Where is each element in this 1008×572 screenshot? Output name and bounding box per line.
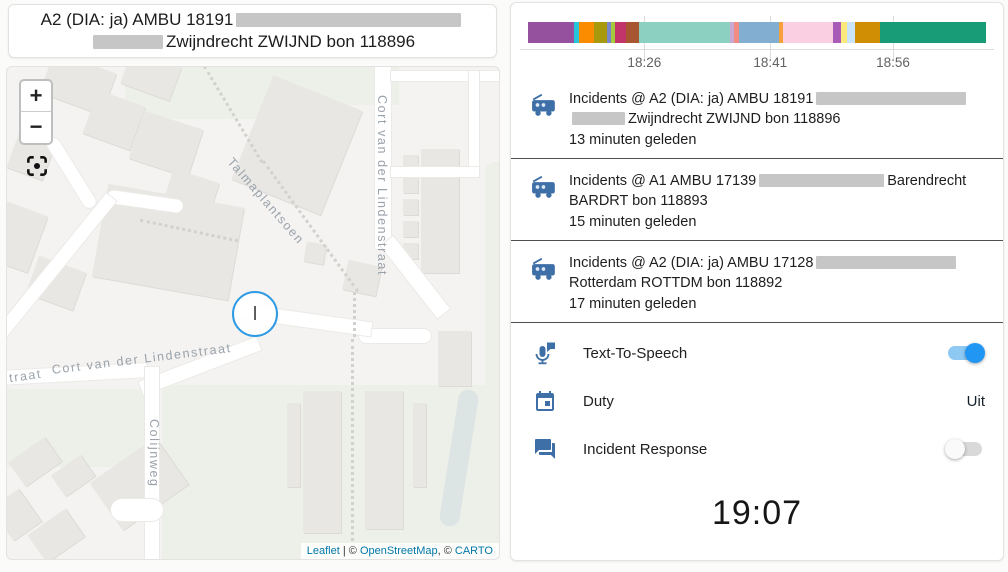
redacted-text	[236, 13, 461, 27]
redacted-text	[816, 256, 956, 269]
title-text-1: A2 (DIA: ja) AMBU 18191	[41, 10, 234, 29]
incident-item-1[interactable]: Incidents @ A2 (DIA: ja) AMBU 18191Zwijn…	[511, 77, 1003, 158]
incident-response-label: Incident Response	[583, 441, 948, 458]
ambulance-icon	[529, 92, 559, 150]
duty-value: Uit	[967, 393, 985, 410]
timeline-segment-7[interactable]	[626, 22, 639, 43]
duty-label: Duty	[583, 393, 967, 410]
map-building	[403, 199, 418, 215]
map-building	[303, 391, 341, 533]
title-line-1: A2 (DIA: ja) AMBU 18191	[41, 9, 465, 31]
incident-time: 13 minuten geleden	[569, 130, 983, 150]
redacted-text	[816, 92, 966, 105]
incident-time: 17 minuten geleden	[569, 294, 983, 314]
map-building	[287, 403, 300, 487]
leaflet-link[interactable]: Leaflet	[307, 545, 340, 557]
timeline-bar[interactable]	[528, 22, 986, 43]
incident-response-toggle-thumb	[945, 439, 965, 459]
incident-item-2[interactable]: Incidents @ A1 AMBU 17139Barendrecht BAR…	[511, 159, 1003, 240]
timeline-axis	[520, 49, 994, 50]
map-zoom-control: + −	[19, 79, 53, 145]
incident-title: Incidents @ A2 (DIA: ja) AMBU 18191Zwijn…	[569, 89, 983, 129]
map-road	[391, 167, 479, 177]
timeline-tick-label: 18:41	[753, 55, 787, 70]
tts-toggle-thumb	[965, 343, 985, 363]
timeline-segment-14[interactable]	[833, 22, 841, 43]
incident-title: Incidents @ A1 AMBU 17139Barendrecht BAR…	[569, 171, 983, 211]
timeline-tick-label: 18:56	[876, 55, 910, 70]
clock: 19:07	[511, 473, 1003, 560]
ambulance-icon	[529, 256, 559, 314]
redacted-text	[759, 174, 884, 187]
street-label-lindenstraat-vertical: Cort van der Lindenstraat	[375, 95, 389, 276]
map-road	[469, 71, 479, 175]
tts-toggle[interactable]	[948, 346, 982, 360]
timeline-segment-17[interactable]	[855, 22, 880, 43]
timeline-segment-6[interactable]	[615, 22, 625, 43]
calendar-icon	[533, 389, 557, 413]
title-line-2: Zwijndrecht ZWIJND bon 118896	[90, 31, 415, 53]
timeline-segment-0[interactable]	[528, 22, 574, 43]
map-road	[45, 136, 98, 211]
incident-time: 15 minuten geleden	[569, 212, 983, 232]
redacted-text	[93, 35, 163, 49]
timeline-tick-label: 18:26	[627, 55, 661, 70]
incident-response-toggle[interactable]	[948, 442, 982, 456]
timeline: 18:26 18:41 18:56	[511, 3, 1003, 77]
forum-icon	[533, 437, 557, 461]
incident-title-card: A2 (DIA: ja) AMBU 18191 Zwijndrecht ZWIJ…	[8, 4, 497, 58]
setting-row-duty[interactable]: Duty Uit	[511, 377, 1003, 425]
map-road	[111, 499, 163, 521]
timeline-segment-13[interactable]	[783, 22, 833, 43]
incident-title: Incidents @ A2 (DIA: ja) AMBU 17128Rotte…	[569, 253, 983, 293]
title-text-2: Zwijndrecht ZWIJND bon 118896	[166, 32, 415, 51]
text-to-speech-icon	[533, 341, 557, 365]
locate-button[interactable]	[24, 153, 50, 179]
timeline-segment-8[interactable]	[639, 22, 730, 43]
zoom-in-button[interactable]: +	[21, 81, 51, 112]
map-building	[403, 177, 418, 193]
redacted-text	[572, 112, 625, 125]
timeline-labels: 18:26 18:41 18:56	[528, 55, 986, 77]
tts-label: Text-To-Speech	[583, 345, 948, 362]
map-building	[365, 391, 403, 529]
map-building	[438, 331, 471, 386]
timeline-segment-3[interactable]	[594, 22, 607, 43]
timeline-segment-18[interactable]	[880, 22, 986, 43]
osm-link[interactable]: OpenStreetMap	[360, 545, 438, 557]
setting-row-tts: Text-To-Speech	[511, 329, 1003, 377]
map-marker-label: I	[252, 303, 258, 326]
timeline-segment-16[interactable]	[847, 22, 855, 43]
map-footpath	[353, 292, 356, 337]
map-building	[413, 403, 426, 487]
locate-crosshair-icon	[24, 153, 50, 179]
status-panel: 18:26 18:41 18:56 Incidents @ A2 (DIA: ja)…	[510, 2, 1004, 561]
map-building	[403, 221, 418, 237]
timeline-segment-2[interactable]	[579, 22, 594, 43]
timeline-segment-11[interactable]	[739, 22, 779, 43]
street-label-colijnweg: Colijnweg	[147, 419, 161, 488]
map-marker[interactable]: I	[232, 291, 278, 337]
carto-link[interactable]: CARTO	[455, 545, 493, 557]
ambulance-icon	[529, 174, 559, 232]
incident-item-3[interactable]: Incidents @ A2 (DIA: ja) AMBU 17128Rotte…	[511, 241, 1003, 322]
map-footpath	[351, 339, 354, 547]
setting-row-incident-response: Incident Response	[511, 425, 1003, 473]
map[interactable]: Cort van der Lindenstraat Talmaplantsoen…	[6, 66, 500, 560]
map-attribution: Leaflet | © OpenStreetMap, © CARTO	[301, 543, 499, 559]
map-road	[391, 71, 500, 81]
map-green-area	[485, 162, 500, 422]
zoom-out-button[interactable]: −	[21, 112, 51, 143]
map-building	[129, 111, 203, 178]
